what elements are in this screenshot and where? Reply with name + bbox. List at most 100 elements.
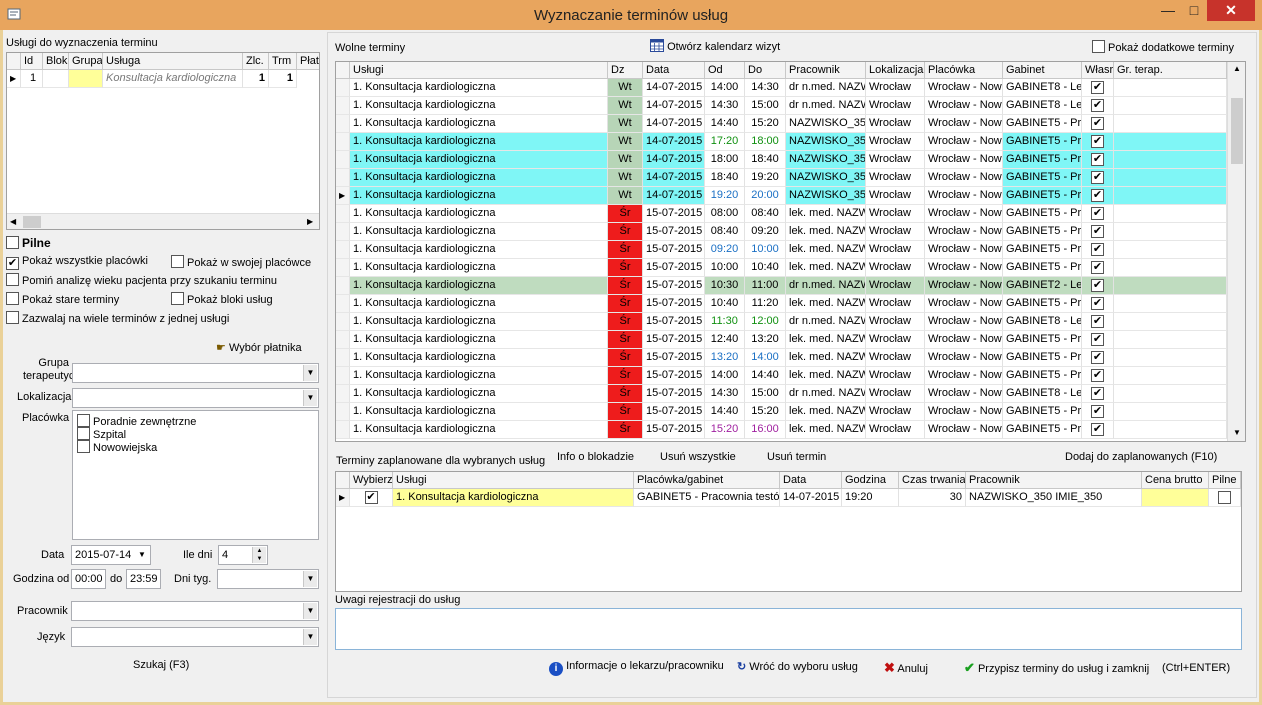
cell-dz[interactable]: Śr — [608, 403, 643, 421]
show-own-box[interactable] — [171, 255, 184, 268]
show-blocks-box[interactable] — [171, 292, 184, 305]
cell-usluga[interactable]: 1. Konsultacja kardiologiczna — [350, 169, 608, 187]
cell-wlasny[interactable]: ✔ — [1082, 241, 1114, 259]
cell-placowka[interactable]: Wrocław - Nowo — [925, 349, 1003, 367]
col-zlc[interactable]: Zlc. — [243, 53, 269, 70]
planned-grid[interactable]: Wybierz Usługi Placówka/gabinet Data God… — [335, 471, 1242, 592]
cell-placowka[interactable]: Wrocław - Nowo — [925, 331, 1003, 349]
cell-dz[interactable]: Wt — [608, 97, 643, 115]
cell-dz[interactable]: Śr — [608, 259, 643, 277]
payer-button[interactable]: ☛ Wybór płatnika — [216, 341, 302, 354]
cell-data[interactable]: 15-07-2015 — [643, 259, 705, 277]
col-planned-uslugi[interactable]: Usługi — [393, 472, 634, 489]
cell-od[interactable]: 10:30 — [705, 277, 745, 295]
checked-icon[interactable]: ✔ — [1091, 314, 1104, 328]
col-grupa[interactable]: Grupa — [69, 53, 103, 70]
col-placowka-gabinet[interactable]: Placówka/gabinet — [634, 472, 780, 489]
cell-data[interactable]: 15-07-2015 — [643, 313, 705, 331]
cell-usluga[interactable]: 1. Konsultacja kardiologiczna — [350, 313, 608, 331]
block-info-button[interactable]: Info o blokadzie — [557, 451, 634, 463]
worker-combo[interactable]: ▼ — [71, 601, 319, 621]
cell-do[interactable]: 18:00 — [745, 133, 786, 151]
planned-usluga[interactable]: 1. Konsultacja kardiologiczna — [393, 489, 634, 507]
cell-usluga[interactable]: 1. Konsultacja kardiologiczna — [350, 151, 608, 169]
cell-od[interactable]: 14:00 — [705, 79, 745, 97]
cell-pracownik[interactable]: lek. med. NAZW — [786, 295, 866, 313]
col-wybierz[interactable]: Wybierz — [350, 472, 393, 489]
cell-pracownik[interactable]: lek. med. NAZW — [786, 421, 866, 439]
remove-term-button[interactable]: Usuń termin — [767, 451, 826, 463]
cell-od[interactable]: 08:00 — [705, 205, 745, 223]
cell-do[interactable]: 15:20 — [745, 403, 786, 421]
cell-gr-terap[interactable] — [1114, 115, 1227, 133]
cell-wlasny[interactable]: ✔ — [1082, 331, 1114, 349]
loc-combo[interactable]: ▼ — [72, 388, 319, 408]
cell-lokalizacja[interactable]: Wrocław — [866, 187, 925, 205]
cell-usluga[interactable]: 1. Konsultacja kardiologiczna — [350, 403, 608, 421]
cell-lokalizacja[interactable]: Wrocław — [866, 421, 925, 439]
cell-od[interactable]: 17:20 — [705, 133, 745, 151]
notes-textarea[interactable] — [335, 608, 1242, 650]
cell-do[interactable]: 11:20 — [745, 295, 786, 313]
checked-icon[interactable]: ✔ — [1091, 350, 1104, 364]
cell-dz[interactable]: Śr — [608, 421, 643, 439]
checked-icon[interactable]: ✔ — [1091, 386, 1104, 400]
cell-gabinet[interactable]: GABINET5 - Prac — [1003, 241, 1082, 259]
cell-pracownik[interactable]: dr n.med. NAZW — [786, 277, 866, 295]
cell-dz[interactable]: Śr — [608, 385, 643, 403]
cell-pracownik[interactable]: NAZWISKO_350 — [786, 151, 866, 169]
cell-dz[interactable]: Śr — [608, 205, 643, 223]
cell-pracownik[interactable]: dr n.med. NAZW — [786, 97, 866, 115]
add-planned-button[interactable]: Dodaj do zaplanowanych (F10) — [1065, 451, 1217, 463]
cell-lokalizacja[interactable]: Wrocław — [866, 367, 925, 385]
cell-dz[interactable]: Śr — [608, 295, 643, 313]
cell-placowka[interactable]: Wrocław - Nowo — [925, 367, 1003, 385]
cell-od[interactable]: 14:30 — [705, 97, 745, 115]
planned-gabinet[interactable]: GABINET5 - Pracownia testów — [634, 489, 780, 507]
cell-wlasny[interactable]: ✔ — [1082, 421, 1114, 439]
col-dz[interactable]: Dz — [608, 62, 643, 79]
show-old-box[interactable] — [6, 292, 19, 305]
cell-usluga[interactable]: 1. Konsultacja kardiologiczna — [350, 385, 608, 403]
pilne-checkbox[interactable]: Pilne — [6, 236, 51, 250]
cell-usluga[interactable]: 1. Konsultacja kardiologiczna — [350, 259, 608, 277]
checked-icon[interactable]: ✔ — [1091, 260, 1104, 274]
cell-wlasny[interactable]: ✔ — [1082, 133, 1114, 151]
cell-gr-terap[interactable] — [1114, 277, 1227, 295]
cell-dz[interactable]: Śr — [608, 367, 643, 385]
cell-lokalizacja[interactable]: Wrocław — [866, 115, 925, 133]
checked-icon[interactable]: ✔ — [1091, 368, 1104, 382]
cell-lokalizacja[interactable]: Wrocław — [866, 331, 925, 349]
cell-usluga[interactable]: 1. Konsultacja kardiologiczna — [350, 277, 608, 295]
cell-data[interactable]: 14-07-2015 — [643, 187, 705, 205]
horizontal-scrollbar[interactable]: ◀ ▶ — [7, 213, 319, 229]
checked-icon[interactable]: ✔ — [1091, 134, 1104, 148]
hour-to-input[interactable]: 23:59 — [126, 569, 161, 589]
show-all-checkbox[interactable]: ✔ Pokaż wszystkie placówki — [6, 255, 148, 270]
scroll-down-icon[interactable]: ▼ — [1233, 428, 1241, 437]
checked-icon[interactable]: ✔ — [1091, 116, 1104, 130]
cell-lokalizacja[interactable]: Wrocław — [866, 133, 925, 151]
cell-lokalizacja[interactable]: Wrocław — [866, 97, 925, 115]
cell-data[interactable]: 14-07-2015 — [643, 115, 705, 133]
checked-icon[interactable]: ✔ — [1091, 278, 1104, 292]
cell-usluga[interactable]: 1. Konsultacja kardiologiczna — [350, 205, 608, 223]
skip-age-checkbox[interactable]: Pomiń analizę wieku pacjenta przy szukan… — [6, 273, 277, 287]
cell-gabinet[interactable]: GABINET8 - Leka — [1003, 79, 1082, 97]
spinner-arrows-icon[interactable]: ▲ ▼ — [252, 547, 266, 563]
chevron-down-icon[interactable]: ▼ — [303, 571, 317, 587]
cell-od[interactable]: 10:00 — [705, 259, 745, 277]
cell-lokalizacja[interactable]: Wrocław — [866, 295, 925, 313]
cell-placowka[interactable]: Wrocław - Nowo — [925, 403, 1003, 421]
col-usluga[interactable]: Usługa — [103, 53, 243, 70]
col-planned-pracownik[interactable]: Pracownik — [966, 472, 1142, 489]
cell-od[interactable]: 12:40 — [705, 331, 745, 349]
cell-wlasny[interactable]: ✔ — [1082, 187, 1114, 205]
cell-gr-terap[interactable] — [1114, 367, 1227, 385]
col-id[interactable]: Id — [21, 53, 43, 70]
cell-od[interactable]: 15:20 — [705, 421, 745, 439]
unchecked-icon[interactable] — [1218, 490, 1231, 504]
cell-gr-terap[interactable] — [1114, 97, 1227, 115]
cell-usluga[interactable]: 1. Konsultacja kardiologiczna — [350, 223, 608, 241]
service-zlc[interactable]: 1 — [243, 70, 269, 88]
